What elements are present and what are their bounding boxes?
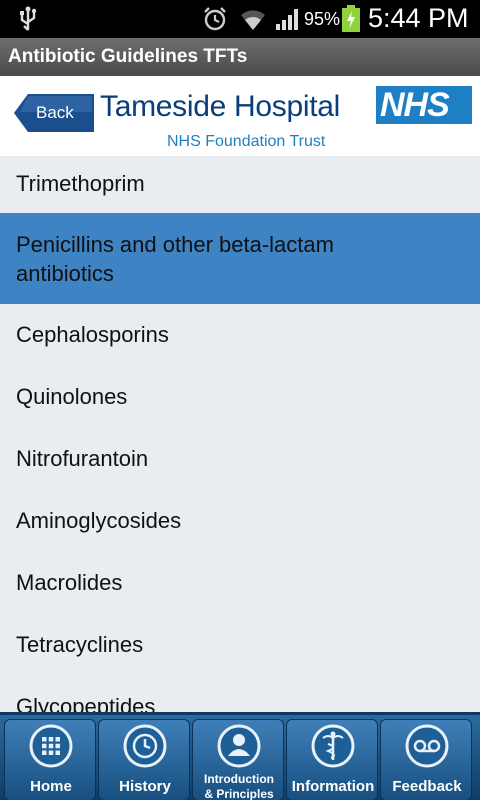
list-item-aminoglycosides[interactable]: Aminoglycosides xyxy=(0,490,480,552)
list-item-quinolones[interactable]: Quinolones xyxy=(0,366,480,428)
wifi-icon xyxy=(241,10,265,30)
grid-icon xyxy=(29,724,73,768)
list-item-label: Cephalosporins xyxy=(16,322,169,347)
list-item-label-line2: antibiotics xyxy=(16,261,114,286)
tab-history[interactable]: History xyxy=(98,719,190,800)
clock-icon xyxy=(123,724,167,768)
tab-home[interactable]: Home xyxy=(4,719,96,800)
list-item-label: Aminoglycosides xyxy=(16,508,182,533)
status-clock: 5:44 PM xyxy=(368,3,469,33)
trust-name: NHS Foundation Trust xyxy=(167,133,326,150)
antibiotic-list[interactable]: Trimethoprim Penicillins and other beta-… xyxy=(0,156,480,712)
person-icon xyxy=(217,724,261,768)
bottom-tab-bar: Home History Introduction & Principles I… xyxy=(0,712,480,800)
list-item-label: Penicillins and other beta-lactam xyxy=(16,232,334,257)
list-item-label: Quinolones xyxy=(16,384,128,409)
tab-introduction-line1: Introduction xyxy=(204,772,274,786)
list-item-macrolides[interactable]: Macrolides xyxy=(0,552,480,614)
status-bar: 95% 5:44 PM xyxy=(0,0,480,38)
list-item-tetracyclines[interactable]: Tetracyclines xyxy=(0,614,480,676)
list-item-cephalosporins[interactable]: Cephalosporins xyxy=(0,304,480,366)
nhs-logo-text: NHS xyxy=(380,86,450,124)
alarm-icon xyxy=(204,7,226,31)
usb-icon xyxy=(20,6,37,31)
app-title-bar: Antibiotic Guidelines TFTs xyxy=(0,38,480,76)
app-title: Antibiotic Guidelines TFTs xyxy=(8,46,248,67)
battery-percent: 95% xyxy=(304,9,341,29)
tab-introduction-principles[interactable]: Introduction & Principles xyxy=(192,719,284,800)
list-item-penicillins[interactable]: Penicillins and other beta-lactam antibi… xyxy=(0,213,480,304)
voicemail-icon xyxy=(405,724,449,768)
caduceus-icon xyxy=(311,724,355,768)
tab-information[interactable]: Information xyxy=(286,719,378,800)
signal-icon xyxy=(276,9,298,30)
back-button[interactable]: Back xyxy=(14,94,94,132)
list-item-glycopeptides[interactable]: Glycopeptides xyxy=(0,676,480,712)
tab-feedback-label: Feedback xyxy=(392,778,462,795)
list-item-trimethoprim[interactable]: Trimethoprim xyxy=(0,156,480,213)
hospital-header: Back Tameside Hospital NHS Foundation Tr… xyxy=(0,76,480,156)
tab-history-label: History xyxy=(119,778,171,795)
tab-feedback[interactable]: Feedback xyxy=(380,719,472,800)
list-item-label: Macrolides xyxy=(16,570,123,595)
list-item-nitrofurantoin[interactable]: Nitrofurantoin xyxy=(0,428,480,490)
tab-introduction-label: Introduction & Principles xyxy=(193,772,285,800)
hospital-name: Tameside Hospital xyxy=(100,90,341,123)
list-item-label: Glycopeptides xyxy=(16,694,156,712)
tab-home-label: Home xyxy=(30,778,72,795)
list-item-label: Nitrofurantoin xyxy=(16,446,149,471)
tab-introduction-line2: & Principles xyxy=(204,787,274,800)
list-item-label: Trimethoprim xyxy=(16,171,145,196)
list-item-label: Tetracyclines xyxy=(16,632,144,657)
tab-information-label: Information xyxy=(291,778,375,795)
nhs-logo: NHS xyxy=(376,86,472,124)
battery-charging-icon xyxy=(342,5,360,32)
back-button-label: Back xyxy=(36,103,74,122)
